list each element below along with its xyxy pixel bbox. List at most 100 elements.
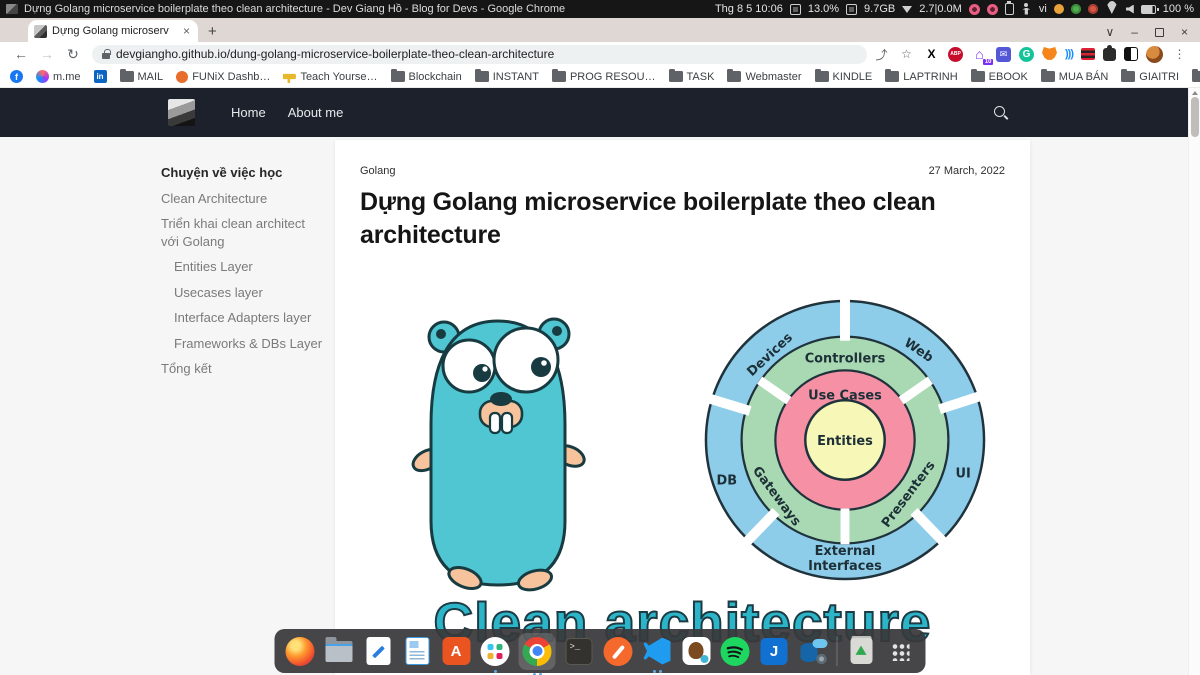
ext-home-badge: 10: [983, 59, 993, 65]
page-scrollbar[interactable]: [1188, 88, 1200, 675]
ext-sound-icon[interactable]: ))): [1065, 48, 1073, 60]
toc-item[interactable]: Tổng kết: [161, 360, 323, 378]
dock-firefox-icon[interactable]: [285, 636, 316, 667]
dock-chrome-icon[interactable]: [519, 633, 556, 670]
linkedin-icon: in: [94, 70, 107, 83]
bookmark-folder[interactable]: EBOOK: [971, 71, 1028, 83]
toc-item[interactable]: Triển khai clean architect với Golang: [161, 215, 323, 250]
wifi-icon[interactable]: [1105, 4, 1119, 14]
bookmark-folder[interactable]: LAPTRINH: [885, 71, 957, 83]
bookmark-folder[interactable]: KINDLE: [815, 71, 873, 83]
input-language-indicator[interactable]: vi: [1039, 3, 1047, 15]
nav-about-link[interactable]: About me: [288, 105, 344, 120]
dock-spotify-icon[interactable]: [720, 636, 751, 667]
bookmark-item[interactable]: FUNiX Dashb…: [176, 71, 270, 83]
dock-database-tool-icon[interactable]: [798, 636, 829, 667]
toc-item[interactable]: Entities Layer: [161, 258, 323, 276]
bookmark-folder[interactable]: Blockchain: [391, 71, 462, 83]
bookmark-folder[interactable]: MAIL: [120, 71, 164, 83]
status-dot-red[interactable]: [1088, 4, 1098, 14]
ext-darkreader-icon[interactable]: [1124, 47, 1138, 61]
toc-item[interactable]: Frameworks & DBs Layer: [161, 335, 323, 353]
ext-lines-icon[interactable]: [1081, 48, 1095, 60]
bookmark-folder[interactable]: PROG RESOU…: [552, 71, 656, 83]
bookmark-item[interactable]: m.me: [36, 70, 81, 83]
bookmarks-bar: f m.me in MAIL FUNiX Dashb… Teach Yourse…: [0, 66, 1200, 88]
site-logo[interactable]: [168, 99, 195, 126]
dock-document-viewer-icon[interactable]: [402, 636, 433, 667]
tab-close-button[interactable]: ×: [181, 24, 192, 38]
tray-app-icon-1[interactable]: [969, 4, 980, 15]
tray-app-icon-2[interactable]: [987, 4, 998, 15]
dock-terminal-icon[interactable]: >_: [564, 636, 595, 667]
battery-icon[interactable]: [1141, 5, 1156, 14]
status-dot-green[interactable]: [1071, 4, 1081, 14]
toc-item[interactable]: Interface Adapters layer: [161, 309, 323, 327]
dock-ubuntu-software-icon[interactable]: A: [441, 636, 472, 667]
folder-icon: [971, 71, 985, 82]
bookmark-star-icon[interactable]: ☆: [898, 46, 915, 63]
status-dot-yellow[interactable]: [1054, 4, 1064, 14]
article-category[interactable]: Golang: [360, 165, 395, 177]
bookmark-folder[interactable]: TASK: [669, 71, 715, 83]
new-tab-button[interactable]: +: [208, 23, 217, 40]
volume-icon[interactable]: [1126, 5, 1134, 14]
clipboard-icon[interactable]: [1005, 3, 1014, 15]
diagram-label-db: DB: [717, 474, 738, 489]
bookmark-item[interactable]: Teach Yourse…: [283, 70, 377, 83]
folder-icon: [552, 71, 566, 82]
window-close-button[interactable]: ×: [1181, 25, 1188, 39]
address-bar[interactable]: devgiangho.github.io/dung-golang-microse…: [92, 45, 867, 64]
ext-metamask-icon[interactable]: [1042, 47, 1057, 61]
ext-grammarly-icon[interactable]: G: [1019, 47, 1034, 62]
dock-app-grid-icon[interactable]: [885, 636, 916, 667]
active-tab[interactable]: Dựng Golang microserv ×: [28, 20, 198, 42]
nav-home-link[interactable]: Home: [231, 105, 266, 120]
folder-icon: [475, 71, 489, 82]
bookmark-folder[interactable]: ĐỒ HỌA: [1192, 71, 1200, 83]
ext-home-icon[interactable]: ⌂10: [971, 46, 988, 63]
url-text[interactable]: devgiangho.github.io/dung-golang-microse…: [116, 47, 554, 61]
dock-rustdesk-icon[interactable]: [603, 636, 634, 667]
tab-title: Dựng Golang microserv: [52, 25, 176, 37]
dock-files-icon[interactable]: [324, 636, 355, 667]
ext-mail-icon[interactable]: ✉: [996, 47, 1011, 62]
folder-icon: [1041, 71, 1055, 82]
dock-text-editor-icon[interactable]: [363, 636, 394, 667]
clock[interactable]: Thg 8 5 10:06: [715, 3, 783, 15]
battery-level: 100 %: [1163, 3, 1194, 15]
dock-slack-icon[interactable]: [480, 636, 511, 667]
restore-button[interactable]: [1155, 28, 1164, 37]
back-button[interactable]: ←: [8, 46, 34, 62]
dock-joplin-icon[interactable]: J: [759, 636, 790, 667]
accessibility-icon[interactable]: [1021, 3, 1032, 16]
bookmark-folder[interactable]: GIAITRI: [1121, 71, 1179, 83]
search-icon[interactable]: [994, 106, 1008, 120]
ext-adblock-icon[interactable]: ABP: [948, 47, 963, 62]
ext-x-icon[interactable]: X: [923, 46, 940, 63]
bookmark-folder[interactable]: Webmaster: [727, 71, 801, 83]
dock-dbeaver-icon[interactable]: [681, 636, 712, 667]
bookmark-folder[interactable]: INSTANT: [475, 71, 539, 83]
scrollbar-up-arrow-icon[interactable]: [1192, 91, 1198, 95]
memory-usage: 9.7GB: [864, 3, 895, 15]
padlock-icon[interactable]: [102, 49, 110, 59]
forward-button[interactable]: →: [34, 46, 60, 62]
toc-item[interactable]: Chuyện về việc học: [161, 164, 323, 182]
minimize-button[interactable]: –: [1131, 25, 1138, 39]
toc-item[interactable]: Clean Architecture: [161, 190, 323, 208]
scrollbar-thumb[interactable]: [1191, 97, 1199, 137]
profile-avatar[interactable]: [1146, 46, 1163, 63]
dock-vscode-icon[interactable]: [642, 636, 673, 667]
share-icon[interactable]: ⤴: [873, 46, 890, 63]
bookmark-facebook[interactable]: f: [10, 70, 23, 83]
reload-button[interactable]: ↻: [60, 46, 86, 63]
tab-search-chevron-icon[interactable]: ∨: [1106, 25, 1115, 39]
bookmark-linkedin[interactable]: in: [94, 70, 107, 83]
dock-trash-icon[interactable]: [846, 636, 877, 667]
folder-icon: [885, 71, 899, 82]
extensions-puzzle-icon[interactable]: [1103, 48, 1116, 61]
bookmark-folder[interactable]: MUA BÁN: [1041, 71, 1109, 83]
toc-item[interactable]: Usecases layer: [161, 284, 323, 302]
browser-menu-icon[interactable]: ⋮: [1171, 46, 1188, 63]
